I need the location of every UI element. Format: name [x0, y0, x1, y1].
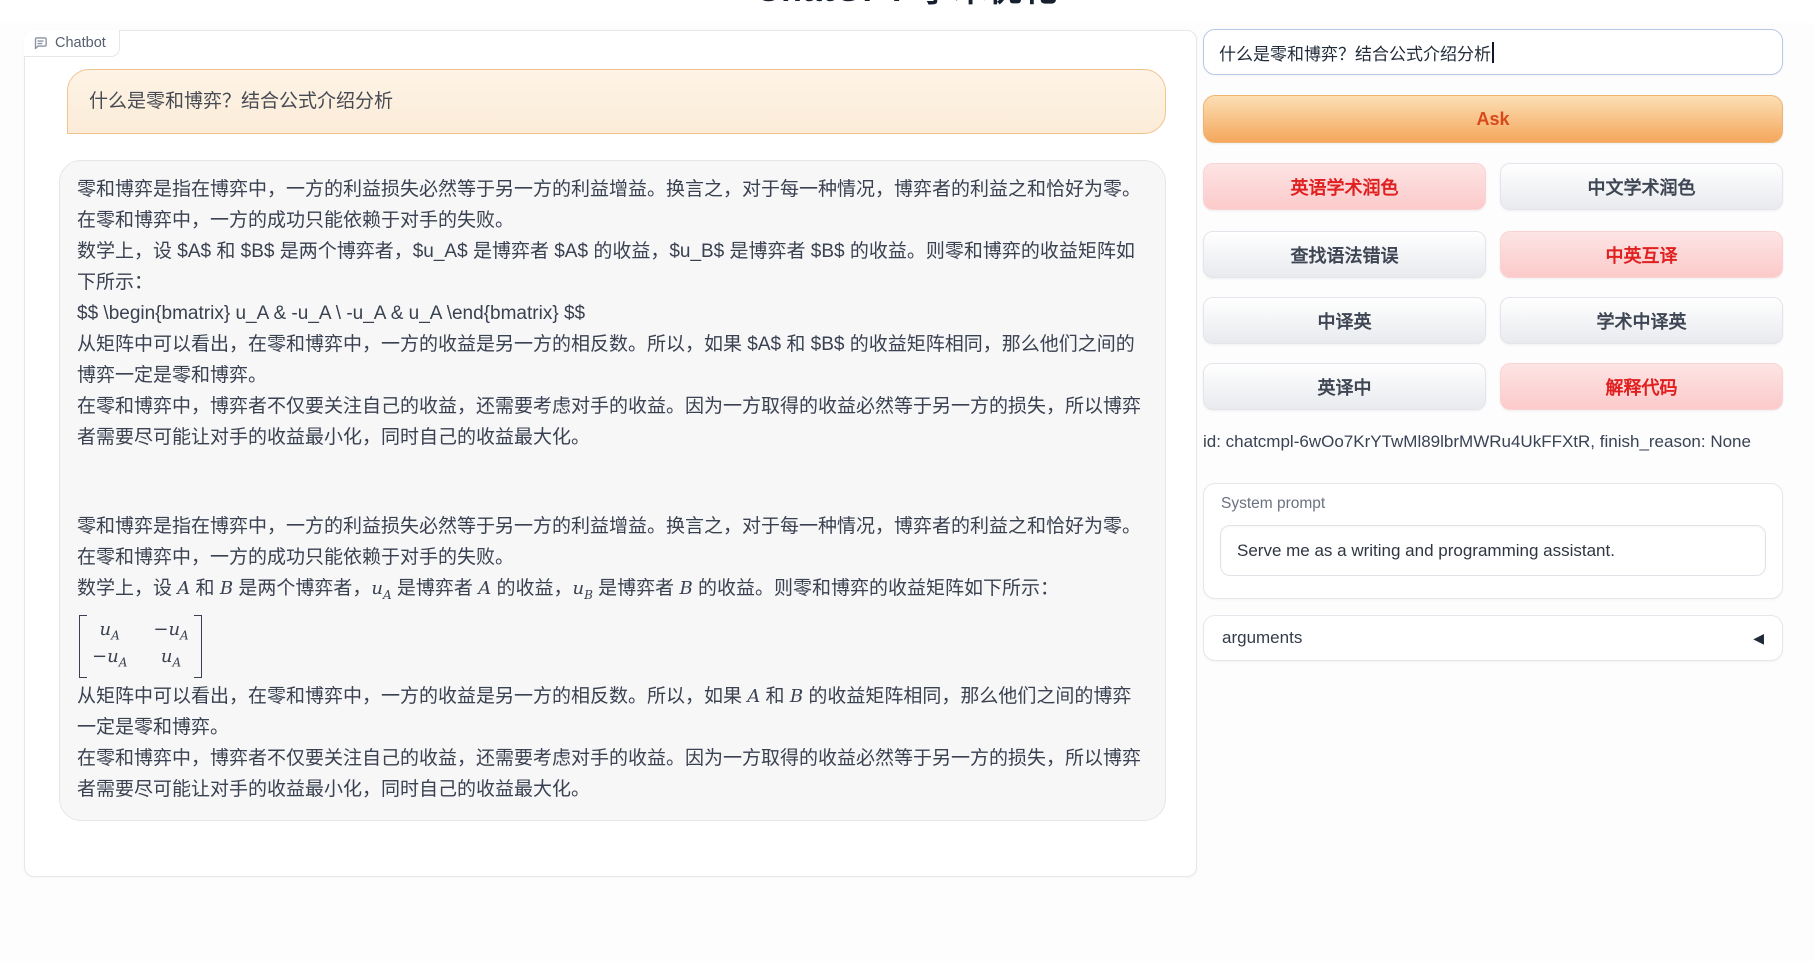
- quick-button-english-academic-polish[interactable]: 英语学术润色: [1203, 163, 1486, 210]
- bot-message-bubble: 零和博弈是指在博弈中，一方的利益损失必然等于另一方的利益增益。换言之，对于每一种…: [59, 160, 1166, 821]
- math-var: B: [679, 578, 692, 599]
- bot-raw-paragraph-2: 数学上，设 $A$ 和 $B$ 是两个博弈者，$u_A$ 是博弈者 $A$ 的收…: [77, 236, 1148, 298]
- message-gap: [77, 453, 1148, 511]
- system-prompt-label: System prompt: [1221, 495, 1325, 513]
- bot-raw-paragraph-5: 在零和博弈中，博弈者不仅要关注自己的收益，还需要考虑对手的收益。因为一方取得的收…: [77, 391, 1148, 453]
- chat-bubble-icon: [33, 36, 48, 51]
- system-prompt-block: System prompt Serve me as a writing and …: [1203, 483, 1783, 599]
- quick-button-find-grammar-errors[interactable]: 查找语法错误: [1203, 231, 1486, 278]
- arguments-label: arguments: [1222, 628, 1302, 648]
- quick-button-en-to-zh[interactable]: 英译中: [1203, 363, 1486, 410]
- bot-rendered-paragraph-4: 从矩阵中可以看出，在零和博弈中，一方的收益是另一方的相反数。所以，如果 A 和 …: [77, 681, 1148, 743]
- quick-button-zh-to-en[interactable]: 中译英: [1203, 297, 1486, 344]
- chatbot-label: Chatbot: [24, 30, 120, 57]
- payoff-matrix-row: uA −uA −uA uA: [77, 611, 1148, 681]
- chatbot-messages[interactable]: 什么是零和博弈？结合公式介绍分析 零和博弈是指在博弈中，一方的利益损失必然等于另…: [25, 31, 1196, 876]
- system-prompt-input[interactable]: Serve me as a writing and programming as…: [1220, 525, 1766, 576]
- bot-rendered-paragraph-1: 零和博弈是指在博弈中，一方的利益损失必然等于另一方的利益增益。换言之，对于每一种…: [77, 511, 1148, 573]
- math-var: A: [177, 578, 190, 599]
- chatbot-label-text: Chatbot: [55, 35, 106, 51]
- quick-button-chinese-academic-polish[interactable]: 中文学术润色: [1500, 163, 1783, 210]
- bot-raw-latex-matrix: $$ \begin{bmatrix} u_A & -u_A \ -u_A & u…: [77, 298, 1148, 329]
- math-var: u: [371, 578, 383, 599]
- bot-rendered-paragraph-2: 数学上，设 A 和 B 是两个博弈者，uA 是博弈者 A 的收益，uB 是博弈者…: [77, 573, 1148, 611]
- ask-button[interactable]: Ask: [1203, 95, 1783, 143]
- math-var: A: [747, 686, 760, 707]
- quick-button-academic-zh-to-en[interactable]: 学术中译英: [1500, 297, 1783, 344]
- system-prompt-value: Serve me as a writing and programming as…: [1237, 541, 1615, 561]
- prompt-input[interactable]: 什么是零和博弈？结合公式介绍分析: [1203, 29, 1783, 75]
- collapse-arrow-icon[interactable]: ◀: [1753, 630, 1764, 647]
- math-var: B: [220, 578, 233, 599]
- math-var: B: [790, 686, 803, 707]
- arguments-accordion[interactable]: arguments ◀: [1203, 615, 1783, 661]
- bot-raw-paragraph-1: 零和博弈是指在博弈中，一方的利益损失必然等于另一方的利益增益。换言之，对于每一种…: [77, 174, 1148, 236]
- bot-raw-paragraph-4: 从矩阵中可以看出，在零和博弈中，一方的收益是另一方的相反数。所以，如果 $A$ …: [77, 329, 1148, 391]
- user-message-text: 什么是零和博弈？结合公式介绍分析: [89, 91, 393, 112]
- payoff-matrix: uA −uA −uA uA: [79, 615, 202, 678]
- math-var: A: [478, 578, 491, 599]
- quick-button-explain-code[interactable]: 解释代码: [1500, 363, 1783, 410]
- chatbot-panel: Chatbot 什么是零和博弈？结合公式介绍分析 零和博弈是指在博弈中，一方的利…: [24, 30, 1197, 877]
- clipped-app-title: ChatGPT 学术优化: [0, 0, 1814, 10]
- text-caret: [1492, 42, 1494, 63]
- user-message-bubble: 什么是零和博弈？结合公式介绍分析: [67, 69, 1166, 134]
- math-var: u: [572, 578, 584, 599]
- bot-rendered-paragraph-5: 在零和博弈中，博弈者不仅要关注自己的收益，还需要考虑对手的收益。因为一方取得的收…: [77, 743, 1148, 805]
- status-line: id: chatcmpl-6wOo7KrYTwMl89lbrMWRu4UkFFX…: [1203, 432, 1803, 452]
- prompt-input-value: 什么是零和博弈？结合公式介绍分析: [1219, 40, 1491, 65]
- quick-button-zh-en-mutual-translate[interactable]: 中英互译: [1500, 231, 1783, 278]
